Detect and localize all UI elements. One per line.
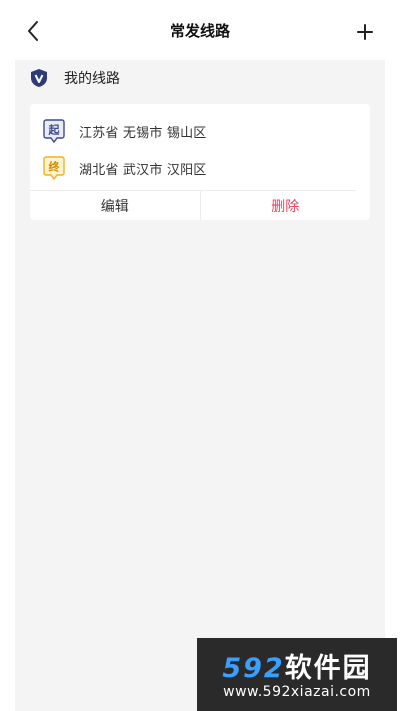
route-card: 起 江苏省 无锡市 锡山区 终 湖北省 武汉市 汉阳区 编辑 删除	[30, 104, 370, 220]
route-start-row: 起 江苏省 无锡市 锡山区	[43, 118, 206, 144]
start-badge-label: 起	[48, 123, 61, 137]
route-actions: 编辑 删除	[30, 191, 370, 220]
end-badge-icon: 终	[43, 156, 65, 180]
end-badge-label: 终	[49, 160, 61, 174]
route-end-row: 终 湖北省 武汉市 汉阳区	[43, 155, 206, 181]
delete-button[interactable]: 删除	[201, 191, 371, 220]
section-label: 我的线路	[64, 71, 120, 87]
watermark-logo: 592软件园	[197, 646, 397, 685]
watermark-logo-text: 软件园	[284, 653, 372, 684]
navigation-bar: 常发线路	[0, 0, 400, 60]
section-header: 我的线路	[30, 66, 120, 90]
shield-v-icon	[31, 69, 47, 87]
end-address: 湖北省 武汉市 汉阳区	[79, 162, 207, 178]
plus-icon[interactable]	[352, 19, 378, 45]
watermark-url: www.592xiazai.com	[223, 684, 371, 700]
start-badge-icon: 起	[43, 119, 65, 143]
edit-button[interactable]: 编辑	[30, 191, 201, 220]
watermark-logo-digits: 592	[222, 653, 285, 684]
start-address: 江苏省 无锡市 锡山区	[79, 125, 207, 141]
watermark: 592软件园 www.592xiazai.com	[197, 638, 397, 711]
page-title: 常发线路	[169, 22, 230, 40]
